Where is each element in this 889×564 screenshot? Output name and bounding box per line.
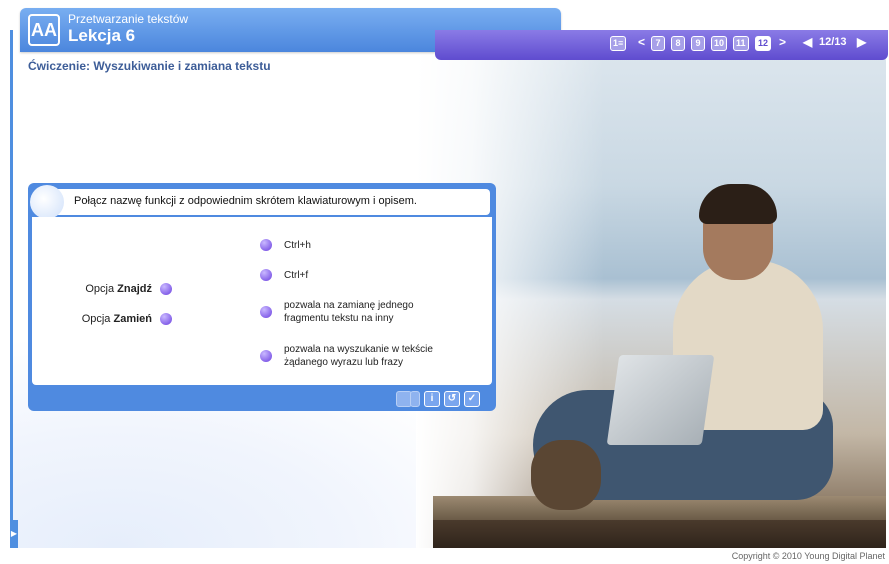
option-name: Znajdź	[117, 283, 152, 295]
page-button-12[interactable]: 12	[755, 36, 772, 51]
prev-pages-button[interactable]: <	[638, 35, 645, 49]
option-prefix: Opcja	[81, 313, 114, 325]
photo-laptop	[606, 355, 715, 445]
exercise-title: Ćwiczenie: Wyszukiwanie i zamiana tekstu	[28, 59, 271, 73]
side-expand-icon[interactable]: ▶	[10, 520, 18, 548]
photo-dock-base	[433, 520, 886, 548]
page-button-8[interactable]: 8	[671, 36, 685, 51]
check-icon[interactable]: ✓	[464, 391, 480, 407]
left-option-find[interactable]: Opcja Znajdź	[80, 283, 172, 296]
connector-dot[interactable]	[260, 350, 272, 362]
left-option-replace[interactable]: Opcja Zamień	[72, 313, 172, 326]
disabled-tool-icon	[410, 391, 420, 407]
page-button-9[interactable]: 9	[691, 36, 705, 51]
task-panel: Połącz nazwę funkcji z odpowiednim skrót…	[28, 183, 496, 411]
connector-dot[interactable]	[160, 313, 172, 326]
matching-area: Opcja Znajdź Opcja Zamień Ctrl+h Ctrl+f …	[32, 217, 492, 385]
connector-dot[interactable]	[260, 269, 272, 281]
option-text: pozwala na zamianę jednego fragmentu tek…	[284, 300, 414, 324]
lesson-title: Lekcja 6	[68, 26, 136, 45]
right-option-ctrl-f[interactable]: Ctrl+f	[260, 267, 480, 283]
hint-icon[interactable]: i	[424, 391, 440, 407]
copyright-text: Copyright © 2010 Young Digital Planet	[731, 551, 885, 561]
option-text: pozwala na wyszukanie w tekście żądanego…	[284, 344, 433, 368]
app-logo-icon: AA	[28, 14, 60, 46]
navigation-bar: 1≡ < 7 8 9 10 11 12 > ◀ 12/13 ▶	[435, 30, 888, 60]
option-prefix: Opcja	[85, 283, 118, 295]
next-screen-icon[interactable]: ▶	[857, 35, 866, 49]
option-name: Zamień	[113, 313, 152, 325]
task-toolbar: i ↺ ✓	[396, 391, 488, 407]
task-header: Połącz nazwę funkcji z odpowiednim skrót…	[30, 185, 490, 219]
menu-button[interactable]: 1≡	[610, 36, 627, 51]
next-pages-button[interactable]: >	[779, 35, 786, 49]
page-button-10[interactable]: 10	[711, 36, 728, 51]
connector-dot[interactable]	[260, 306, 272, 318]
photo-person-shoe	[531, 440, 601, 510]
option-text: Ctrl+f	[284, 270, 309, 281]
option-text: Ctrl+h	[284, 240, 311, 251]
previous-screen-icon[interactable]: ◀	[803, 35, 812, 49]
screen-counter: 12/13	[819, 36, 847, 48]
connector-dot[interactable]	[160, 283, 172, 296]
reset-icon[interactable]: ↺	[444, 391, 460, 407]
connector-dot[interactable]	[260, 239, 272, 251]
lightbulb-icon	[30, 185, 64, 219]
subject-title: Przetwarzanie tekstów	[68, 12, 189, 26]
right-option-find-desc[interactable]: pozwala na wyszukanie w tekście żądanego…	[260, 343, 480, 373]
right-option-ctrl-h[interactable]: Ctrl+h	[260, 237, 480, 253]
right-option-replace-desc[interactable]: pozwala na zamianę jednego fragmentu tek…	[260, 299, 480, 329]
page-button-7[interactable]: 7	[651, 36, 665, 51]
task-instruction: Połącz nazwę funkcji z odpowiednim skrót…	[74, 195, 417, 207]
page-button-11[interactable]: 11	[733, 36, 749, 51]
